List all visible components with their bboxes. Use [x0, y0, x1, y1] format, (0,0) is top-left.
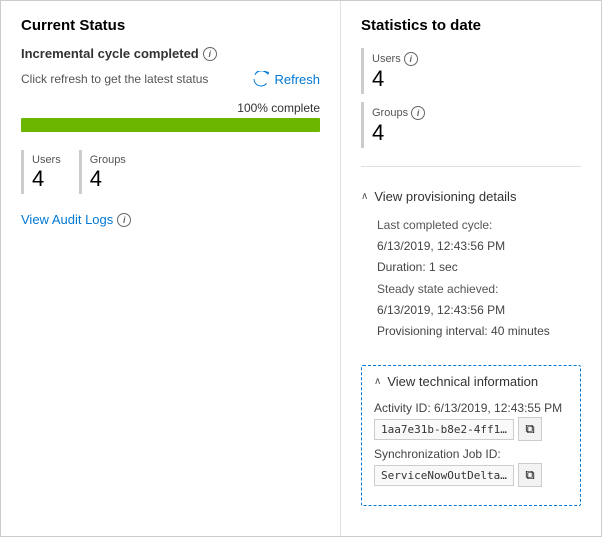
- progress-bar: [21, 118, 320, 132]
- progress-section: 100% complete: [21, 101, 320, 132]
- refresh-row: Click refresh to get the latest status R…: [21, 71, 320, 87]
- provisioning-interval-text: Provisioning interval: 40 minutes: [377, 322, 581, 341]
- users-value: 4: [32, 168, 61, 190]
- provisioning-details-content: Last completed cycle: 6/13/2019, 12:43:5…: [361, 208, 581, 347]
- steady-state-label: Steady state achieved:: [377, 280, 581, 299]
- right-panel: Statistics to date Users i 4 Groups i 4 …: [341, 1, 601, 536]
- provisioning-details-section: ∧ View provisioning details Last complet…: [361, 185, 581, 347]
- provisioning-details-header[interactable]: ∧ View provisioning details: [361, 185, 581, 208]
- copy-icon-2: ⧉: [525, 467, 534, 483]
- technical-info-label: View technical information: [387, 374, 538, 389]
- activity-id-copy-button[interactable]: ⧉: [518, 417, 542, 441]
- users-stat-box: Users 4: [21, 150, 71, 194]
- divider-1: [361, 166, 581, 167]
- provisioning-details-label: View provisioning details: [374, 189, 516, 204]
- duration-text: Duration: 1 sec: [377, 258, 581, 277]
- steady-state-value: 6/13/2019, 12:43:56 PM: [377, 301, 581, 320]
- cycle-status-subtitle: Incremental cycle completed i: [21, 46, 320, 61]
- technical-chevron-icon: ∧: [374, 376, 381, 387]
- click-refresh-text: Click refresh to get the latest status: [21, 72, 208, 86]
- last-completed-label: Last completed cycle:: [377, 216, 581, 235]
- copy-icon-1: ⧉: [525, 421, 534, 437]
- progress-label: 100% complete: [21, 101, 320, 115]
- refresh-icon: [253, 71, 269, 87]
- stats-row: Users 4 Groups 4: [21, 150, 320, 194]
- cycle-status-text: Incremental cycle completed: [21, 46, 199, 61]
- sync-job-input: ServiceNowOutDelta.3...: [374, 465, 514, 486]
- technical-info-section: ∧ View technical information Activity ID…: [361, 365, 581, 506]
- refresh-label: Refresh: [274, 72, 320, 87]
- technical-info-content: Activity ID: 6/13/2019, 12:43:55 PM 1aa7…: [362, 397, 580, 505]
- sync-job-copy-button[interactable]: ⧉: [518, 463, 542, 487]
- provisioning-chevron-icon: ∧: [361, 191, 368, 202]
- sync-job-label: Synchronization Job ID: ServiceNowOutDel…: [374, 447, 568, 487]
- audit-link-row: View Audit Logs i: [21, 212, 320, 227]
- view-audit-logs-link[interactable]: View Audit Logs: [21, 212, 113, 227]
- groups-value: 4: [90, 168, 126, 190]
- right-users-info-icon[interactable]: i: [404, 52, 418, 66]
- right-groups-stat-box: Groups i 4: [361, 102, 581, 148]
- users-label: Users: [32, 154, 61, 166]
- right-users-stat-box: Users i 4: [361, 48, 581, 94]
- current-status-title: Current Status: [21, 17, 320, 34]
- left-panel: Current Status Incremental cycle complet…: [1, 1, 341, 536]
- right-groups-label: Groups i: [372, 106, 571, 120]
- technical-info-header[interactable]: ∧ View technical information: [362, 366, 580, 397]
- last-completed-value: 6/13/2019, 12:43:56 PM: [377, 237, 581, 256]
- refresh-button[interactable]: Refresh: [253, 71, 320, 87]
- activity-id-copy-field: 1aa7e31b-b8e2-4ff1-9... ⧉: [374, 417, 568, 441]
- right-stats: Users i 4 Groups i 4: [361, 48, 581, 148]
- audit-logs-info-icon[interactable]: i: [117, 213, 131, 227]
- sync-job-copy-field: ServiceNowOutDelta.3... ⧉: [374, 463, 568, 487]
- cycle-status-info-icon[interactable]: i: [203, 47, 217, 61]
- right-groups-info-icon[interactable]: i: [411, 106, 425, 120]
- right-users-label: Users i: [372, 52, 571, 66]
- right-groups-value: 4: [372, 122, 571, 144]
- activity-id-input: 1aa7e31b-b8e2-4ff1-9...: [374, 419, 514, 440]
- right-users-value: 4: [372, 68, 571, 90]
- groups-stat-box: Groups 4: [79, 150, 136, 194]
- activity-id-label: Activity ID: 6/13/2019, 12:43:55 PM 1aa7…: [374, 401, 568, 441]
- statistics-title: Statistics to date: [361, 17, 581, 34]
- groups-label: Groups: [90, 154, 126, 166]
